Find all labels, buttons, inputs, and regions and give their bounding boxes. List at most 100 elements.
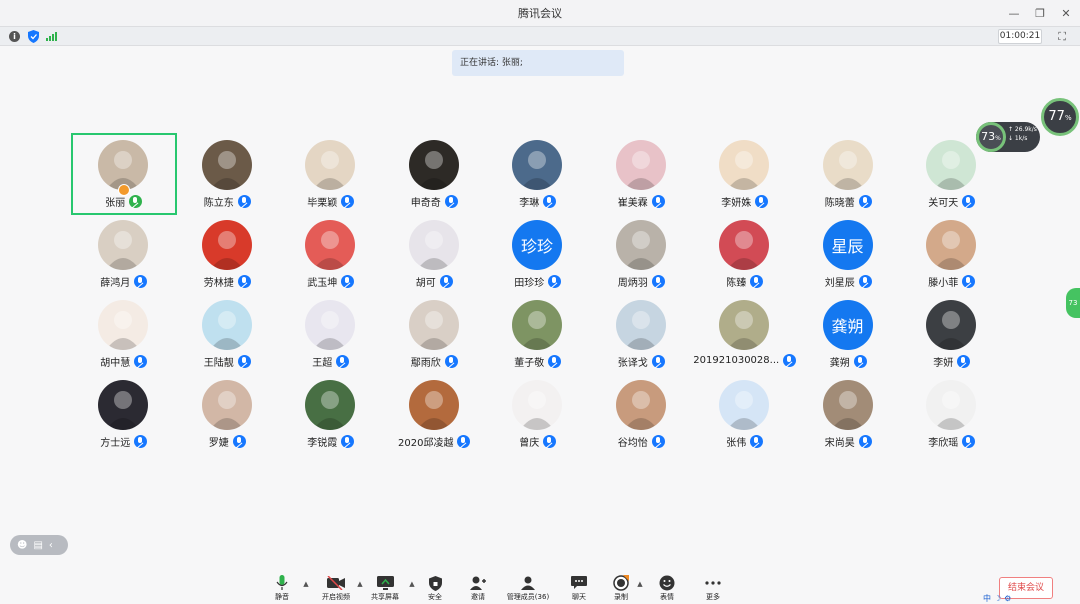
participant-name: 王陆靓 (203, 358, 234, 369)
participant-name: 曾庆 (519, 438, 540, 449)
participant-name: 周炳羽 (617, 278, 648, 289)
window-title: 腾讯会议 (518, 7, 562, 20)
participant-tile[interactable]: 李欣瑶 (900, 374, 1004, 454)
video-options-caret[interactable]: ▲ (354, 580, 366, 588)
participant-tile[interactable]: 劳林捷 (176, 214, 280, 294)
microphone-icon (336, 355, 350, 368)
side-performance-tab[interactable]: 73 (1066, 288, 1080, 318)
floating-toolbar[interactable]: ☻ ▤ ‹ (10, 535, 68, 555)
microphone-icon (341, 275, 355, 288)
participant-name-row: 张丽 (72, 194, 176, 209)
microphone-icon (962, 435, 976, 448)
participant-name-row: 王陆靓 (176, 354, 280, 369)
participant-tile[interactable]: 罗婕 (176, 374, 280, 454)
avatar (926, 300, 976, 350)
share-screen-button[interactable]: 共享屏幕 (366, 574, 404, 602)
participant-tile[interactable]: 张译戈 (590, 294, 694, 374)
participant-tile[interactable]: 鄢雨欣 (383, 294, 487, 374)
participant-tile[interactable]: 谷均怡 (590, 374, 694, 454)
participant-grid: 张丽 陈立东 毕栗颖 申奇奇 李琳 崔美霖 李妍姝 陈晓蕾 关可天 薛鸿月 劳林捷 武玉坤 胡可 珍珍 田珍… (71, 133, 1012, 454)
fullscreen-icon[interactable]: ⛶ (1058, 30, 1066, 44)
invite-button[interactable]: 邀请 (460, 574, 496, 602)
avatar: 珍珍 (512, 220, 562, 270)
avatar (305, 140, 355, 190)
participant-tile[interactable]: 李妍 (900, 294, 1004, 374)
reaction-button[interactable]: 表情 (652, 574, 682, 602)
participant-tile[interactable]: 滕小菲 (900, 214, 1004, 294)
participant-tile[interactable]: 龚朔 龚朔 (797, 294, 901, 374)
avatar (305, 380, 355, 430)
share-screen-icon (376, 574, 394, 592)
participant-name: 鄢雨欣 (410, 358, 441, 369)
participant-tile[interactable]: 陈立东 (176, 134, 280, 214)
avatar (201, 300, 252, 350)
record-options-caret[interactable]: ▲ (634, 580, 646, 588)
shield-icon[interactable] (28, 30, 39, 43)
microphone-icon (543, 195, 557, 208)
participant-tile[interactable]: 薛鸿月 (72, 214, 176, 294)
participant-name: 罗婕 (208, 438, 229, 449)
participant-tile[interactable]: 方士远 (72, 374, 176, 454)
info-icon[interactable]: i (9, 31, 20, 42)
settings-icon[interactable]: ⚙ (1004, 594, 1011, 603)
video-off-icon (327, 574, 345, 592)
restore-button[interactable]: ❐ (1034, 7, 1046, 20)
share-options-caret[interactable]: ▲ (404, 580, 420, 588)
participant-tile[interactable]: 2020邱凌越 (383, 374, 487, 454)
ime-icon[interactable]: 中 (983, 593, 991, 604)
record-label: 录制 (614, 593, 628, 601)
layout-icon[interactable]: ▤ (33, 540, 42, 551)
participant-name-row: 胡可 (383, 274, 487, 289)
close-button[interactable]: ✕ (1060, 7, 1072, 20)
participant-name: 李妍 (933, 358, 954, 369)
participant-tile[interactable]: 张丽 (71, 133, 177, 215)
participant-name: 武玉坤 (307, 278, 338, 289)
cpu-usage-ring[interactable]: 73% (976, 122, 1006, 152)
avatar (512, 300, 562, 350)
participant-tile[interactable]: 周炳羽 (590, 214, 694, 294)
manage-members-button[interactable]: 管理成员(36) (502, 574, 554, 602)
participant-tile[interactable]: 宋尚昊 (797, 374, 901, 454)
emoji-icon[interactable]: ☻ (17, 540, 27, 551)
memory-usage-ring[interactable]: 77% (1041, 98, 1079, 136)
avatar (615, 220, 666, 270)
share-screen-label: 共享屏幕 (371, 593, 399, 601)
members-icon (520, 574, 536, 592)
microphone-icon (439, 275, 453, 288)
participant-tile[interactable]: 胡可 (383, 214, 487, 294)
participant-tile[interactable]: 武玉坤 (279, 214, 383, 294)
microphone-icon (858, 435, 872, 448)
participant-tile[interactable]: 曾庆 (486, 374, 590, 454)
participant-tile[interactable]: 董子敬 (486, 294, 590, 374)
participant-tile[interactable]: 张伟 (693, 374, 797, 454)
participant-tile[interactable]: 陈晓蕾 (797, 134, 901, 214)
participant-tile[interactable]: 胡中慧 (72, 294, 176, 374)
participant-tile[interactable]: 李妍姝 (693, 134, 797, 214)
security-button[interactable]: 安全 (420, 574, 450, 602)
participant-tile[interactable]: 王超 (279, 294, 383, 374)
participant-name: 胡可 (415, 278, 436, 289)
participant-tile[interactable]: 201921030028... (693, 294, 797, 374)
chat-button[interactable]: 聊天 (564, 574, 594, 602)
participant-tile[interactable]: 王陆靓 (176, 294, 280, 374)
participant-name-row: 李妍 (900, 354, 1004, 369)
participant-tile[interactable]: 李琳 (486, 134, 590, 214)
participant-tile[interactable]: 崔美霖 (590, 134, 694, 214)
moon-icon[interactable]: ☽ (994, 594, 1001, 603)
participant-tile[interactable]: 珍珍 田珍珍 (486, 214, 590, 294)
collapse-icon[interactable]: ‹ (49, 540, 53, 551)
minimize-button[interactable]: — (1008, 7, 1020, 20)
participant-tile[interactable]: 毕栗颖 (279, 134, 383, 214)
mute-options-caret[interactable]: ▲ (294, 580, 318, 588)
participant-tile[interactable]: 陈臻 (693, 214, 797, 294)
signal-icon[interactable] (46, 32, 58, 41)
video-button[interactable]: 开启视频 (318, 574, 354, 602)
participant-tile[interactable]: 星辰 刘星辰 (797, 214, 901, 294)
more-button[interactable]: 更多 (698, 574, 728, 602)
participant-name-row: 申奇奇 (383, 194, 487, 209)
participant-tile[interactable]: 李锐霞 (279, 374, 383, 454)
mute-button[interactable]: 静音 (270, 574, 294, 602)
participant-name-row: 薛鸿月 (72, 274, 176, 289)
record-button[interactable]: 录制 (608, 574, 634, 602)
participant-tile[interactable]: 申奇奇 (383, 134, 487, 214)
